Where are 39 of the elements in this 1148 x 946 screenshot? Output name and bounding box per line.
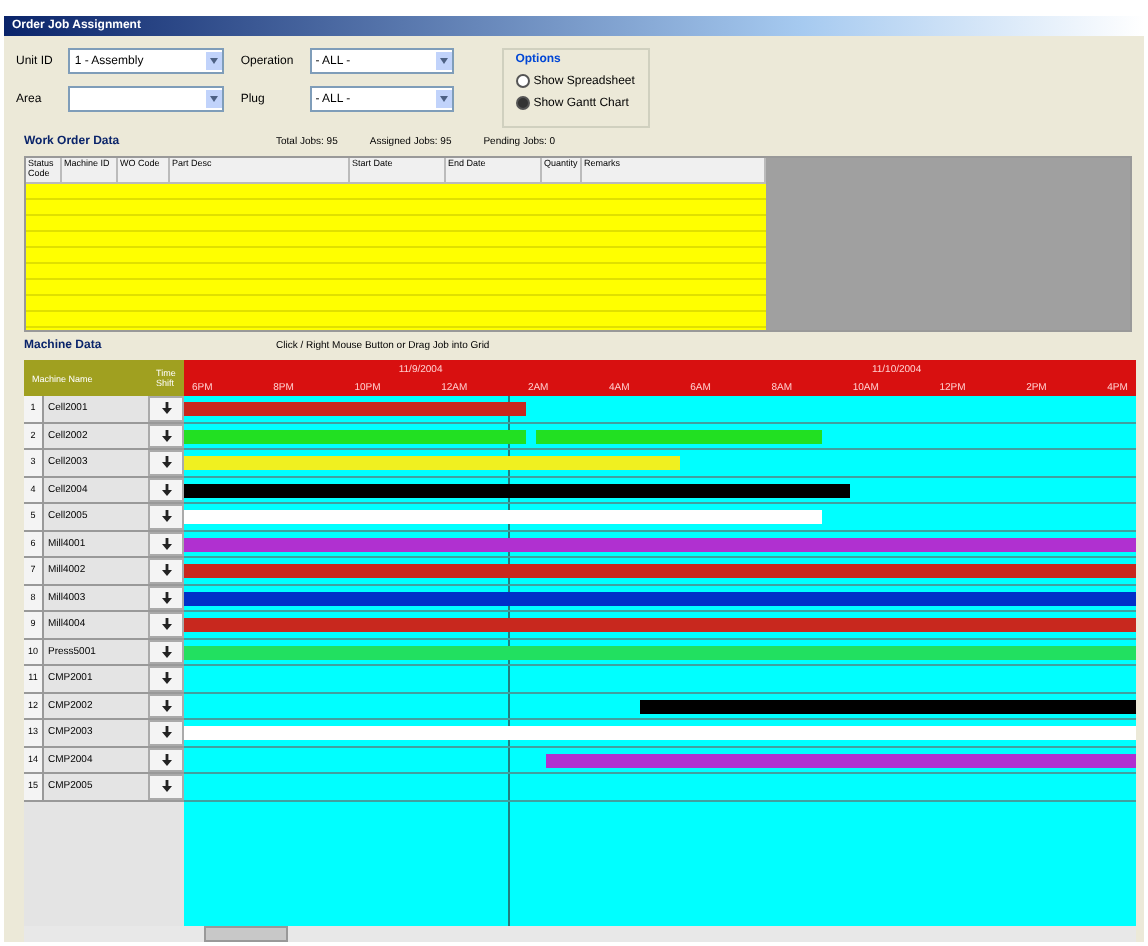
scrollbar[interactable]	[24, 926, 1136, 942]
dropdown-arrow-icon[interactable]	[435, 90, 452, 108]
row-button[interactable]	[148, 477, 184, 502]
row-button[interactable]	[148, 504, 184, 529]
arrow-down-icon	[161, 402, 171, 415]
row-button[interactable]	[148, 666, 184, 691]
arrow-down-icon	[161, 429, 171, 442]
row-button[interactable]	[148, 396, 184, 421]
arrow-down-icon	[161, 618, 171, 631]
arrow-down-icon	[161, 645, 171, 658]
row-button[interactable]	[148, 639, 184, 664]
row-button[interactable]	[148, 450, 184, 475]
row-button[interactable]	[148, 774, 184, 799]
job-bar[interactable]	[184, 483, 851, 497]
row-button[interactable]	[148, 612, 184, 637]
job-bar[interactable]	[184, 591, 1136, 605]
dropdown-arrow-icon[interactable]	[206, 90, 223, 108]
row-button[interactable]	[148, 747, 184, 772]
dropdown-field[interactable]	[68, 86, 225, 112]
arrow-down-icon	[161, 780, 171, 793]
arrow-down-icon	[161, 510, 171, 523]
row-button[interactable]	[148, 693, 184, 718]
dropdown-arrow-icon[interactable]	[206, 52, 223, 70]
arrow-down-icon	[161, 591, 171, 604]
row-button[interactable]	[148, 585, 184, 610]
arrow-down-icon	[161, 483, 171, 496]
row-button[interactable]	[148, 558, 184, 583]
arrow-down-icon	[161, 726, 171, 739]
row-button[interactable]	[148, 423, 184, 448]
arrow-down-icon	[161, 456, 171, 469]
arrow-down-icon	[161, 537, 171, 550]
job-bar[interactable]	[640, 699, 1136, 713]
row-button[interactable]	[148, 720, 184, 745]
dropdown-arrow-icon[interactable]	[435, 52, 452, 70]
arrow-down-icon	[161, 699, 171, 712]
arrow-down-icon	[161, 672, 171, 685]
arrow-down-icon	[161, 564, 171, 577]
row-button[interactable]	[148, 531, 184, 556]
arrow-down-icon	[161, 753, 171, 766]
